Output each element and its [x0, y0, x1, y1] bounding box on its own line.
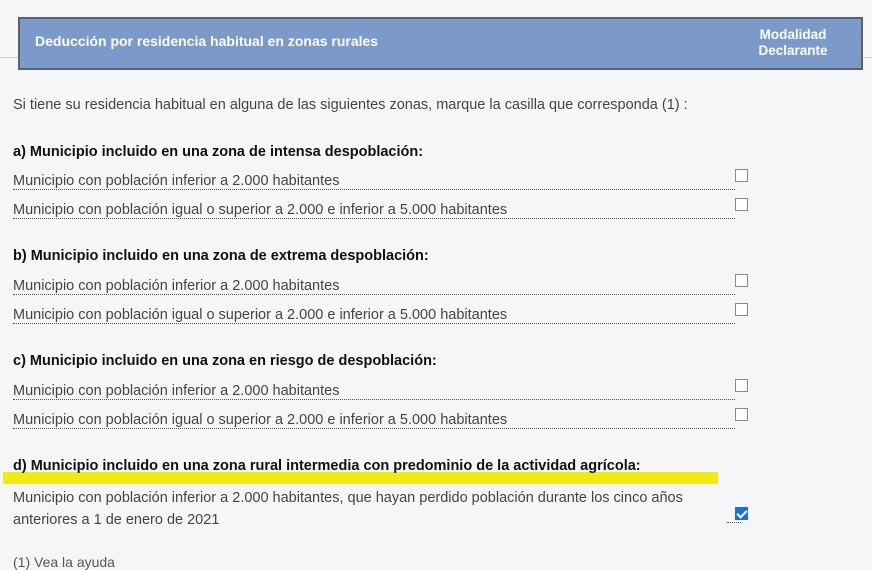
checkbox-c1[interactable]	[735, 379, 748, 392]
row-c2: Municipio con población igual o superior…	[13, 408, 748, 434]
row-c1-label: Municipio con población inferior a 2.000…	[13, 383, 341, 399]
header-modalidad-line1: Modalidad	[759, 27, 827, 42]
section-c-title: c) Municipio incluido en una zona en rie…	[13, 353, 437, 369]
row-a2: Municipio con población igual o superior…	[13, 198, 748, 224]
row-c1: Municipio con población inferior a 2.000…	[13, 379, 748, 405]
row-b2: Municipio con población igual o superior…	[13, 303, 748, 329]
intro-text: Si tiene su residencia habitual en algun…	[13, 97, 688, 113]
row-d1-label-line1: Municipio con población inferior a 2.000…	[13, 490, 683, 506]
header-modalidad-line2: Declarante	[758, 43, 828, 58]
dot-leader	[13, 189, 735, 190]
dot-leader	[13, 294, 735, 295]
checkbox-b1[interactable]	[735, 274, 748, 287]
row-b1: Municipio con población inferior a 2.000…	[13, 274, 748, 300]
checkbox-a2[interactable]	[735, 198, 748, 211]
row-b2-label: Municipio con población igual o superior…	[13, 307, 509, 323]
row-a1-label: Municipio con población inferior a 2.000…	[13, 173, 341, 189]
footnote: (1) Vea la ayuda	[13, 554, 115, 570]
header-modalidad: Modalidad Declarante	[748, 27, 838, 59]
row-c2-label: Municipio con población igual o superior…	[13, 412, 509, 428]
row-a1: Municipio con población inferior a 2.000…	[13, 169, 748, 195]
dot-leader	[13, 323, 735, 324]
dot-leader	[13, 218, 735, 219]
checkbox-b2[interactable]	[735, 303, 748, 316]
dot-leader	[727, 522, 741, 523]
section-b-title: b) Municipio incluido en una zona de ext…	[13, 248, 429, 264]
row-a2-label: Municipio con población igual o superior…	[13, 202, 509, 218]
checkbox-c2[interactable]	[735, 408, 748, 421]
dot-leader	[13, 399, 735, 400]
header-title: Deducción por residencia habitual en zon…	[35, 33, 379, 49]
dot-leader	[13, 428, 735, 429]
section-header: Deducción por residencia habitual en zon…	[18, 17, 863, 70]
checkbox-d1[interactable]	[735, 507, 748, 520]
section-a-title: a) Municipio incluido en una zona de int…	[13, 144, 424, 160]
checkbox-a1[interactable]	[735, 169, 748, 182]
section-d-title: d) Municipio incluido en una zona rural …	[13, 458, 641, 474]
row-b1-label: Municipio con población inferior a 2.000…	[13, 278, 341, 294]
row-d1-label-line2: anteriores a 1 de enero de 2021	[13, 512, 220, 528]
row-d1-label: Municipio con población inferior a 2.000…	[13, 487, 733, 531]
